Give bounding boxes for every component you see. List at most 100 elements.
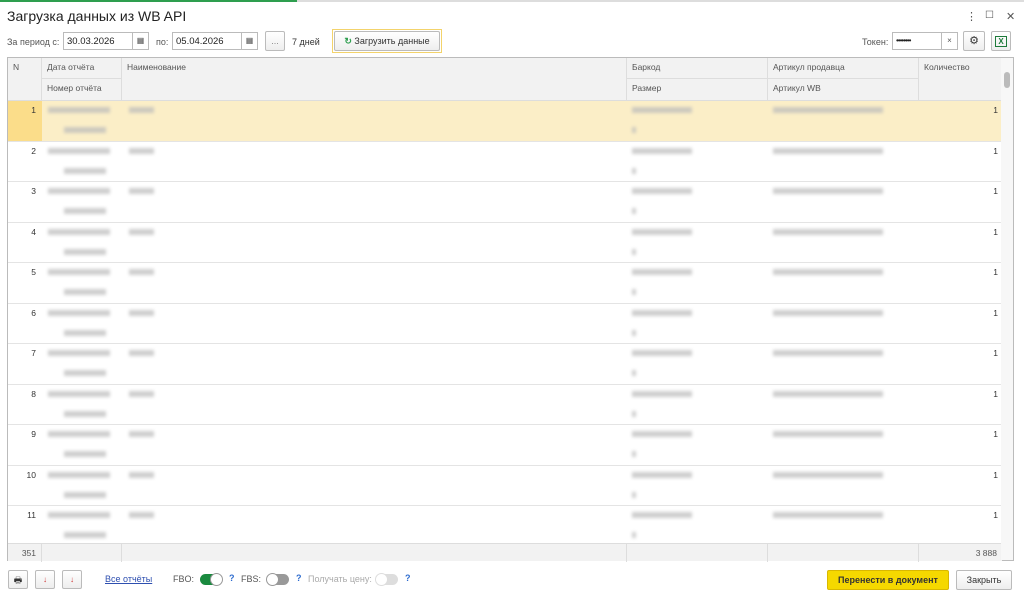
- blurred-date: [48, 309, 110, 316]
- blurred-name: [129, 309, 154, 316]
- table-row[interactable]: 2 1: [8, 142, 1002, 182]
- blurred-report-no: [64, 370, 106, 376]
- header-size[interactable]: Размер: [627, 79, 768, 101]
- get-price-help-icon[interactable]: ?: [405, 573, 411, 583]
- table-row[interactable]: 8 1: [8, 385, 1002, 425]
- token-input[interactable]: ••••••••: [892, 32, 942, 50]
- get-price-label: Получать цену:: [308, 574, 372, 584]
- header-qty[interactable]: Количество: [919, 58, 1002, 101]
- table-row[interactable]: 4 1: [8, 223, 1002, 263]
- sort-ascending-icon[interactable]: ↓: [35, 570, 55, 589]
- blurred-barcode: [632, 147, 692, 154]
- close-button[interactable]: Закрыть: [956, 570, 1012, 590]
- blurred-name: [129, 188, 154, 194]
- blurred-name: [129, 390, 154, 397]
- row-number: 3: [31, 186, 36, 196]
- header-wb-article[interactable]: Артикул WB: [768, 79, 919, 101]
- blurred-name: [129, 269, 154, 275]
- row-number: 8: [31, 388, 36, 399]
- row-qty: 1: [993, 469, 998, 480]
- row-qty: 1: [993, 388, 998, 399]
- row-qty: 1: [993, 348, 998, 358]
- clear-token-button[interactable]: ×: [942, 32, 958, 50]
- blurred-name: [129, 431, 154, 437]
- header-seller-article[interactable]: Артикул продавца: [768, 58, 919, 79]
- blurred-date: [48, 188, 110, 194]
- maximize-icon[interactable]: ☐: [985, 10, 994, 21]
- fbs-toggle[interactable]: [266, 573, 289, 586]
- blurred-report-no: [64, 410, 106, 417]
- header-date[interactable]: Дата отчёта: [42, 58, 122, 79]
- fbs-help-icon[interactable]: ?: [296, 573, 302, 583]
- footer-cell: [122, 544, 627, 562]
- header-report-no[interactable]: Номер отчёта: [42, 79, 122, 101]
- table-footer: 351 3 888: [8, 543, 1002, 562]
- blurred-barcode: [632, 512, 692, 518]
- excel-export-icon[interactable]: X: [991, 31, 1011, 51]
- blurred-seller-article: [773, 350, 883, 356]
- blurred-date: [48, 431, 110, 437]
- row-qty: 1: [993, 226, 998, 237]
- close-icon[interactable]: ✕: [1006, 10, 1015, 23]
- all-reports-link[interactable]: Все отчёты: [105, 574, 152, 584]
- date-from-input[interactable]: 30.03.2026: [63, 32, 133, 50]
- table-row[interactable]: 10 1: [8, 466, 1002, 506]
- get-price-toggle[interactable]: [375, 573, 398, 586]
- days-count: 7 дней: [292, 37, 320, 47]
- sort-descending-icon[interactable]: ↓: [62, 570, 82, 589]
- blurred-seller-article: [773, 471, 883, 478]
- blurred-seller-article: [773, 390, 883, 397]
- transfer-to-document-button[interactable]: Перенести в документ: [827, 570, 949, 590]
- row-number: 7: [31, 348, 36, 358]
- header-n[interactable]: N: [8, 58, 42, 101]
- row-number: 5: [31, 267, 36, 277]
- row-number: 10: [26, 469, 36, 480]
- load-data-label: Загрузить данные: [354, 36, 430, 46]
- table-row[interactable]: 9 1: [8, 425, 1002, 466]
- vertical-scrollbar[interactable]: [1001, 58, 1013, 560]
- blurred-size: [632, 248, 636, 255]
- scrollbar-thumb[interactable]: [1004, 72, 1010, 88]
- blurred-seller-article: [773, 147, 883, 154]
- calendar-icon[interactable]: ▦: [242, 32, 258, 50]
- table-row[interactable]: 11 1: [8, 506, 1002, 547]
- blurred-size: [632, 410, 636, 417]
- table-row[interactable]: 6 1: [8, 304, 1002, 344]
- header-name[interactable]: Наименование: [122, 58, 627, 101]
- header-barcode[interactable]: Баркод: [627, 58, 768, 79]
- window-title: Загрузка данных из WB API: [7, 8, 187, 24]
- footer-cell: [627, 544, 768, 562]
- row-qty: 1: [993, 429, 998, 439]
- blurred-size: [632, 127, 636, 133]
- load-data-button[interactable]: ↻ Загрузить данные: [334, 31, 440, 51]
- row-number: 11: [27, 510, 36, 520]
- settings-icon[interactable]: ⚙: [963, 31, 985, 51]
- date-to-input[interactable]: 05.04.2026: [172, 32, 242, 50]
- blurred-size: [632, 491, 636, 498]
- blurred-barcode: [632, 390, 692, 397]
- blurred-report-no: [64, 248, 106, 255]
- table-row[interactable]: 7 1: [8, 344, 1002, 385]
- blurred-barcode: [632, 107, 692, 113]
- period-select-button[interactable]: ...: [265, 31, 285, 51]
- more-menu-icon[interactable]: ⋮: [966, 10, 977, 23]
- blurred-seller-article: [773, 512, 883, 518]
- table-row[interactable]: 1 1: [8, 101, 1002, 142]
- data-table: N Дата отчёта Номер отчёта Наименование …: [7, 57, 1014, 562]
- blurred-report-no: [64, 167, 106, 174]
- print-icon[interactable]: 🖶: [8, 570, 28, 589]
- blurred-date: [48, 269, 110, 275]
- progress-fill: [0, 0, 297, 2]
- blurred-barcode: [632, 309, 692, 316]
- row-number: 2: [31, 145, 36, 156]
- row-qty: 1: [993, 145, 998, 156]
- calendar-icon[interactable]: ▦: [133, 32, 149, 50]
- load-button-focus: ↻ Загрузить данные: [332, 29, 442, 53]
- footer-cell: [768, 544, 919, 562]
- fbo-toggle[interactable]: [200, 573, 223, 586]
- blurred-name: [129, 107, 154, 113]
- table-row[interactable]: 3 1: [8, 182, 1002, 223]
- table-row[interactable]: 5 1: [8, 263, 1002, 304]
- fbo-help-icon[interactable]: ?: [229, 573, 235, 583]
- blurred-date: [48, 512, 110, 518]
